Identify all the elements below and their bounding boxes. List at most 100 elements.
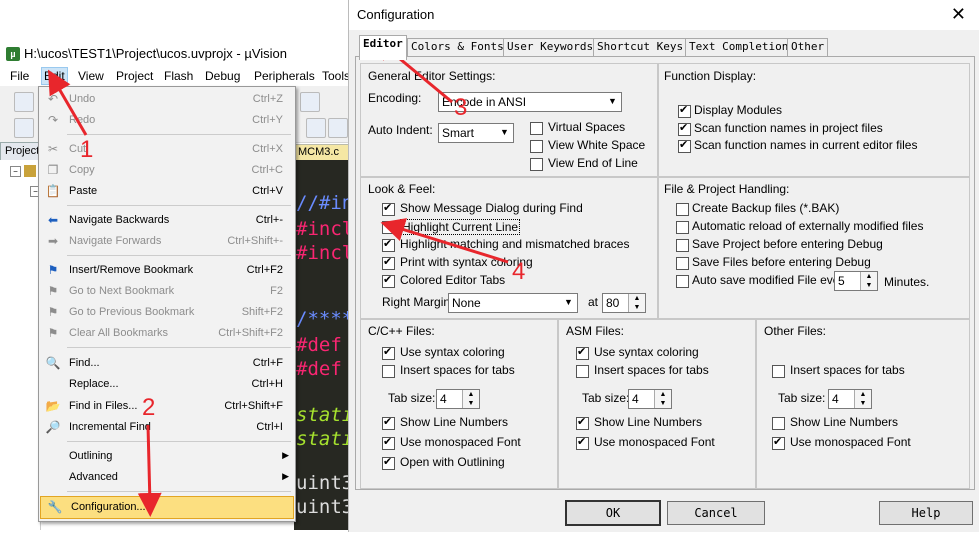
right-margin-column-value: 80	[606, 296, 620, 310]
help-button[interactable]: Help	[879, 501, 973, 525]
menu-project[interactable]: Project	[116, 69, 153, 83]
spinner-updown-icon[interactable]: ▲ ▼	[628, 294, 645, 312]
other-insert-spaces-checkbox[interactable]	[772, 365, 785, 378]
auto-save-checkbox[interactable]	[676, 275, 689, 288]
cpp-tab-size-spinner[interactable]: 4 ▲ ▼	[436, 389, 480, 409]
find-in-files-icon: 📂	[45, 399, 61, 413]
menu-file[interactable]: File	[10, 69, 29, 83]
auto-reload-label: Automatic reload of externally modified …	[692, 219, 924, 233]
ok-button[interactable]: OK	[565, 500, 661, 526]
cancel-button[interactable]: Cancel	[667, 501, 765, 525]
auto-reload-checkbox[interactable]	[676, 221, 689, 234]
toolbar-dropdown-icon[interactable]	[306, 118, 326, 138]
menu-item-undo[interactable]: ↶ Undo Ctrl+Z	[39, 89, 295, 110]
display-modules-checkbox[interactable]	[678, 103, 691, 118]
spinner-updown-icon[interactable]: ▲ ▼	[654, 390, 671, 408]
menu-item-shortcut: Ctrl+Y	[252, 114, 283, 126]
other-line-numbers-checkbox[interactable]	[772, 417, 785, 430]
spinner-updown-icon[interactable]: ▲ ▼	[860, 272, 877, 290]
menu-separator	[67, 347, 291, 348]
uvision-logo-icon: µ	[6, 47, 20, 61]
menu-item-redo[interactable]: ↷ Redo Ctrl+Y	[39, 110, 295, 131]
menu-item-configuration[interactable]: 🔧 Configuration...	[40, 496, 294, 519]
asm-line-numbers-checkbox[interactable]	[576, 415, 589, 430]
menu-view[interactable]: View	[78, 69, 104, 83]
menu-item-previous-bookmark[interactable]: ⚑ Go to Previous Bookmark Shift+F2	[39, 302, 295, 323]
menu-item-navigate-backwards[interactable]: ⬅ Navigate Backwards Ctrl+-	[39, 210, 295, 231]
menu-item-copy[interactable]: ❐ Copy Ctrl+C	[39, 160, 295, 181]
toolbar-wand-icon[interactable]	[328, 118, 348, 138]
right-margin-column-spinner[interactable]: 80 ▲ ▼	[602, 293, 646, 313]
asm-files-title: ASM Files:	[566, 324, 625, 338]
menu-edit[interactable]: Edit	[41, 67, 68, 85]
menu-peripherals[interactable]: Peripherals	[254, 69, 315, 83]
menu-item-clear-bookmarks[interactable]: ⚑ Clear All Bookmarks Ctrl+Shift+F2	[39, 323, 295, 344]
menu-item-find-in-files[interactable]: 📂 Find in Files... Ctrl+Shift+F	[39, 396, 295, 417]
highlight-braces-checkbox[interactable]	[382, 237, 395, 252]
right-margin-select[interactable]: None ▼	[448, 293, 578, 313]
menu-item-navigate-forwards[interactable]: ➡ Navigate Forwards Ctrl+Shift+-	[39, 231, 295, 252]
close-icon[interactable]: ✕	[951, 4, 966, 25]
tree-collapse-icon[interactable]: −	[10, 166, 21, 177]
spinner-updown-icon[interactable]: ▲ ▼	[854, 390, 871, 408]
colored-editor-tabs-label: Colored Editor Tabs	[400, 273, 506, 287]
menu-item-find[interactable]: 🔍 Find... Ctrl+F	[39, 353, 295, 374]
highlight-current-line-label: Highlight Current Line	[400, 219, 521, 235]
print-syntax-coloring-checkbox[interactable]	[382, 255, 395, 270]
menu-item-cut[interactable]: ✂ Cut Ctrl+X	[39, 139, 295, 160]
toolbar-flag-icon[interactable]	[300, 92, 320, 112]
menu-item-label: Outlining	[69, 450, 113, 462]
menu-item-replace[interactable]: Replace... Ctrl+H	[39, 374, 295, 395]
view-white-space-checkbox[interactable]	[530, 140, 543, 153]
cpp-line-numbers-checkbox[interactable]	[382, 415, 395, 430]
scan-project-files-checkbox[interactable]	[678, 121, 691, 136]
menu-item-advanced[interactable]: Advanced ▶	[39, 467, 295, 488]
asm-tab-size-spinner[interactable]: 4 ▲ ▼	[628, 389, 672, 409]
menu-tools[interactable]: Tools	[322, 69, 350, 83]
build-icon[interactable]	[14, 118, 34, 138]
menu-item-shortcut: Ctrl+F	[252, 357, 283, 369]
virtual-spaces-checkbox[interactable]	[530, 122, 543, 135]
scan-project-files-label: Scan function names in project files	[694, 121, 883, 135]
code-editor[interactable]: //#in #incl #incl /**** #def #def stati …	[294, 160, 348, 530]
project-pane-tab[interactable]: Project	[0, 142, 42, 162]
right-margin-value: None	[452, 296, 481, 310]
cpp-syntax-coloring-checkbox[interactable]	[382, 345, 395, 360]
highlight-current-line-checkbox[interactable]	[382, 221, 395, 234]
asm-monospaced-label: Use monospaced Font	[594, 435, 715, 449]
other-insert-spaces-label: Insert spaces for tabs	[790, 363, 905, 377]
create-backup-checkbox[interactable]	[676, 203, 689, 216]
menu-item-shortcut: Ctrl+Shift+F	[224, 400, 283, 412]
other-monospaced-checkbox[interactable]	[772, 435, 785, 450]
menu-item-shortcut: Ctrl+I	[256, 421, 283, 433]
other-tab-size-spinner[interactable]: 4 ▲ ▼	[828, 389, 872, 409]
show-message-find-checkbox[interactable]	[382, 201, 395, 216]
save-files-debug-checkbox[interactable]	[676, 257, 689, 270]
cpp-outlining-checkbox[interactable]	[382, 455, 395, 470]
menu-item-paste[interactable]: 📋 Paste Ctrl+V	[39, 181, 295, 202]
code-line: //#in	[296, 192, 348, 214]
new-file-icon[interactable]	[14, 92, 34, 112]
cpp-insert-spaces-checkbox[interactable]	[382, 365, 395, 378]
cpp-monospaced-checkbox[interactable]	[382, 435, 395, 450]
asm-syntax-coloring-checkbox[interactable]	[576, 345, 589, 360]
auto-save-minutes-spinner[interactable]: 5 ▲ ▼	[834, 271, 878, 291]
menu-debug[interactable]: Debug	[205, 69, 240, 83]
colored-editor-tabs-checkbox[interactable]	[382, 273, 395, 288]
menu-item-next-bookmark[interactable]: ⚑ Go to Next Bookmark F2	[39, 281, 295, 302]
auto-indent-select[interactable]: Smart ▼	[438, 123, 514, 143]
asm-insert-spaces-label: Insert spaces for tabs	[594, 363, 709, 377]
menu-item-incremental-find[interactable]: 🔎 Incremental Find Ctrl+I	[39, 417, 295, 438]
menu-item-insert-remove-bookmark[interactable]: ⚑ Insert/Remove Bookmark Ctrl+F2	[39, 260, 295, 281]
asm-monospaced-checkbox[interactable]	[576, 435, 589, 450]
spinner-updown-icon[interactable]: ▲ ▼	[462, 390, 479, 408]
code-line: stati	[296, 404, 348, 426]
view-end-of-line-checkbox[interactable]	[530, 158, 543, 171]
save-project-debug-checkbox[interactable]	[676, 239, 689, 252]
menu-flash[interactable]: Flash	[164, 69, 193, 83]
bookmark-next-icon: ⚑	[47, 284, 59, 298]
menu-item-outlining[interactable]: Outlining ▶	[39, 446, 295, 467]
scan-editor-files-checkbox[interactable]	[678, 138, 691, 153]
asm-insert-spaces-checkbox[interactable]	[576, 365, 589, 378]
tab-editor[interactable]: Editor	[359, 35, 407, 60]
